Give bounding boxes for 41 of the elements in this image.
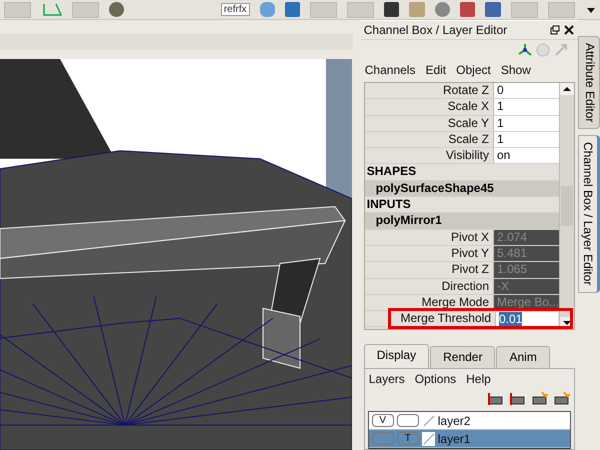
attribute-value[interactable]: on [493,148,559,164]
side-tab[interactable]: Attribute Editor [578,36,600,130]
attribute-name[interactable]: Visibility [364,148,493,164]
attribute-value[interactable]: 1 [493,132,559,148]
tab[interactable]: Anim [496,346,550,368]
attribute-name[interactable]: Pivot X [364,230,493,245]
menu-item[interactable]: Channels [364,63,416,77]
visibility-toggle[interactable]: V [372,414,394,427]
menu-item[interactable]: Object [456,63,491,77]
attribute-name[interactable]: Pivot Z [364,262,493,278]
attribute-name[interactable]: Scale Y [364,116,493,131]
node-name[interactable]: polyMirror1 [364,213,559,230]
menu-item[interactable]: Edit [425,63,446,77]
attribute-name[interactable]: Direction [364,278,493,294]
template-toggle[interactable]: T [396,432,419,445]
menu-item[interactable]: Layers [368,372,405,386]
panel-title: Channel Box / Layer Editor [364,23,508,37]
tab[interactable]: Display [364,344,430,368]
menu-item[interactable]: Options [414,372,456,386]
attribute-value[interactable]: 0 [493,83,559,98]
tab[interactable]: Render [430,346,496,368]
attribute-name[interactable]: Scale Z [364,132,493,148]
layer-row[interactable]: T layer1 [368,430,570,448]
layer-name: layer2 [438,414,470,428]
menu-item[interactable]: Show [500,63,531,77]
attribute-name[interactable]: Merge Mode [364,294,493,310]
attribute-value[interactable]: 1 [493,99,559,115]
section-header: INPUTS [364,197,559,214]
attribute-name[interactable]: Scale X [364,99,493,115]
node-name[interactable]: polySurfaceShape45 [364,180,559,198]
side-tab[interactable]: Channel Box / Layer Editor [578,135,600,293]
menu-item[interactable]: Help [466,372,491,386]
attribute-value[interactable]: 1 [493,116,559,131]
toolbar-label[interactable]: refrfx [220,3,250,16]
layer-row[interactable]: V layer2 [368,412,570,430]
section-header: SHAPES [364,164,559,181]
attribute-name[interactable]: Rotate Z [364,83,493,98]
attribute-name[interactable]: Merge Threshold [400,311,495,326]
layer-name: layer1 [438,432,470,446]
attribute-value[interactable]: 0.01 [495,312,558,326]
attribute-name[interactable]: Pivot Y [364,246,493,262]
